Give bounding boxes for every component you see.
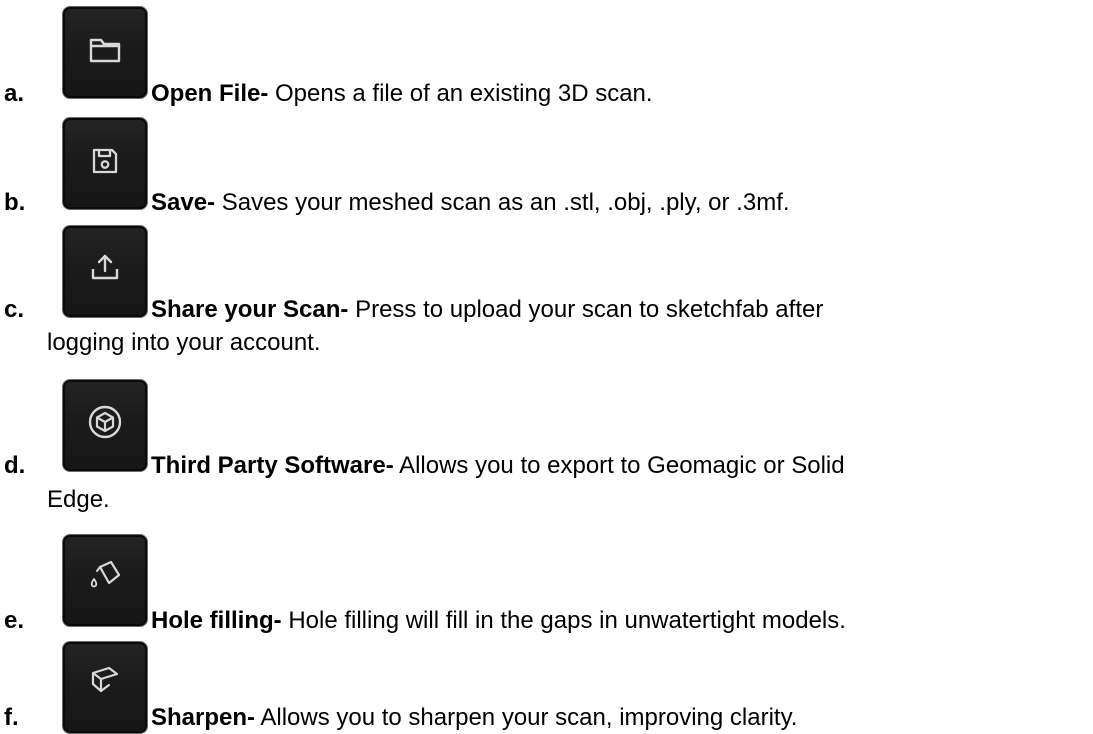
paint-bucket-icon [90,560,121,588]
item-term: Hole filling- [151,607,282,634]
item-term: Sharpen- [151,704,256,731]
cube-icon [88,405,122,439]
hole-filling-button[interactable] [62,534,148,627]
item-text: Hole filling- Hole filling will fill in … [151,607,846,635]
save-icon [92,148,118,174]
item-description: Allows you to sharpen your scan, improvi… [255,704,798,731]
share-scan-button[interactable] [62,225,148,318]
item-term: Open File- [151,80,269,107]
item-text: Share your Scan- Press to upload your sc… [151,296,823,324]
list-marker: d. [4,452,26,479]
item-description-continued: Edge. [47,486,110,513]
third-party-software-button[interactable] [62,379,148,472]
save-button[interactable] [62,117,148,210]
list-marker: c. [4,296,25,323]
sharpen-button[interactable] [62,641,148,734]
item-description: Opens a file of an existing 3D scan. [268,80,653,107]
item-term: Share your Scan- [151,296,349,323]
item-term: Third Party Software- [151,452,394,479]
item-text: Third Party Software- Allows you to expo… [151,452,845,480]
item-description: Press to upload your scan to sketchfab a… [348,296,824,323]
list-marker: a. [4,80,25,107]
list-marker: e. [4,607,25,634]
item-text: Sharpen- Allows you to sharpen your scan… [151,704,797,732]
item-text: Open File- Opens a file of an existing 3… [151,80,653,108]
item-text: Save- Saves your meshed scan as an .stl,… [151,189,790,217]
sharpen-box-icon [91,666,119,693]
list-marker: b. [4,189,26,216]
open-file-button[interactable] [62,6,148,99]
item-description: Saves your meshed scan as an .stl, .obj,… [215,189,790,216]
folder-icon [89,38,121,63]
item-description: Hole filling will fill in the gaps in un… [281,607,846,634]
list-marker: f. [4,704,19,731]
upload-icon [91,254,119,280]
item-description: Allows you to export to Geomagic or Soli… [393,452,845,479]
item-description-continued: logging into your account. [47,329,321,356]
item-term: Save- [151,189,216,216]
